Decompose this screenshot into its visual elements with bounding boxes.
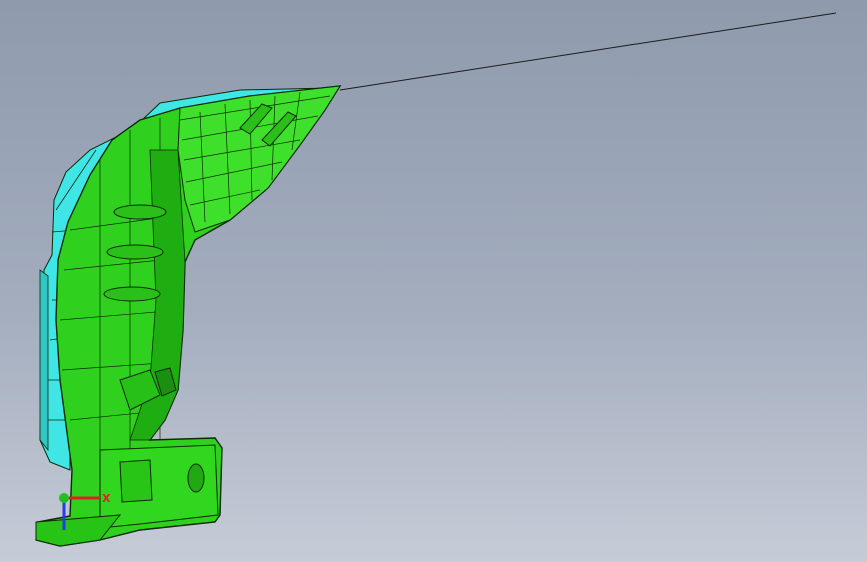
- x-axis-label: X: [102, 492, 111, 505]
- construction-line[interactable]: [339, 12, 837, 91]
- y-axis-marker: [59, 493, 69, 503]
- 3d-scene[interactable]: X: [0, 0, 867, 562]
- green-main-body[interactable]: [35, 85, 342, 547]
- 3d-viewport[interactable]: X: [0, 0, 867, 562]
